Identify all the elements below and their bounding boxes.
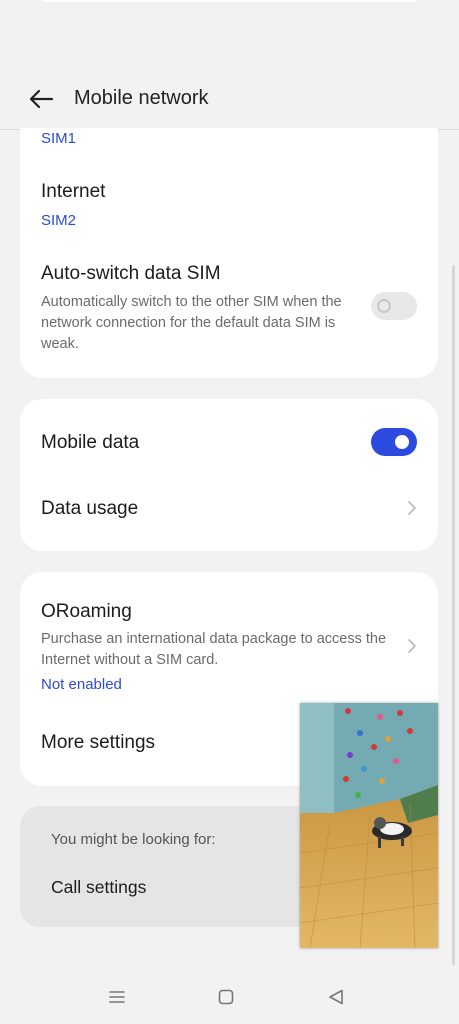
mobile-data-card: Mobile data Data usage xyxy=(20,399,438,551)
data-usage-label: Data usage xyxy=(41,498,139,519)
auto-switch-description: Automatically switch to the other SIM wh… xyxy=(41,294,342,352)
chevron-right-icon xyxy=(408,639,416,653)
calls-sim-value[interactable]: SIM1 xyxy=(41,130,76,147)
toggle-knob xyxy=(395,435,409,449)
back-triangle-icon xyxy=(329,989,343,1005)
menu-icon xyxy=(109,991,125,1003)
chevron-right-icon xyxy=(408,501,416,515)
home-button[interactable] xyxy=(215,986,237,1008)
toggle-knob xyxy=(377,299,391,313)
oroaming-label: ORoaming xyxy=(41,601,132,622)
internet-label: Internet xyxy=(41,181,106,202)
sim-settings-card: SIM1 Internet SIM2 Auto-switch data SIM … xyxy=(20,128,438,378)
oroaming-description: Purchase an international data package t… xyxy=(41,631,387,668)
auto-switch-label: Auto-switch data SIM xyxy=(41,263,221,284)
oroaming-status: Not enabled xyxy=(41,676,122,693)
video-frame-image xyxy=(300,703,438,948)
more-settings-label: More settings xyxy=(41,732,156,753)
top-bar-remnant xyxy=(40,0,419,2)
system-back-button[interactable] xyxy=(325,986,347,1008)
recent-apps-button[interactable] xyxy=(106,986,128,1008)
arrow-left-icon xyxy=(29,89,54,109)
mobile-data-label: Mobile data xyxy=(41,432,140,453)
picture-in-picture-video[interactable] xyxy=(300,703,438,948)
back-button[interactable] xyxy=(26,84,56,114)
home-icon xyxy=(218,989,234,1005)
scrollbar[interactable] xyxy=(452,265,455,965)
internet-sim-value: SIM2 xyxy=(41,212,77,229)
auto-switch-toggle[interactable] xyxy=(371,292,417,320)
suggestions-label: You might be looking for: xyxy=(51,831,216,848)
mobile-data-toggle[interactable] xyxy=(371,428,417,456)
call-settings-link[interactable]: Call settings xyxy=(51,877,146,898)
page-title: Mobile network xyxy=(74,87,209,109)
system-nav-bar xyxy=(0,970,459,1024)
app-header: Mobile network xyxy=(0,70,459,128)
